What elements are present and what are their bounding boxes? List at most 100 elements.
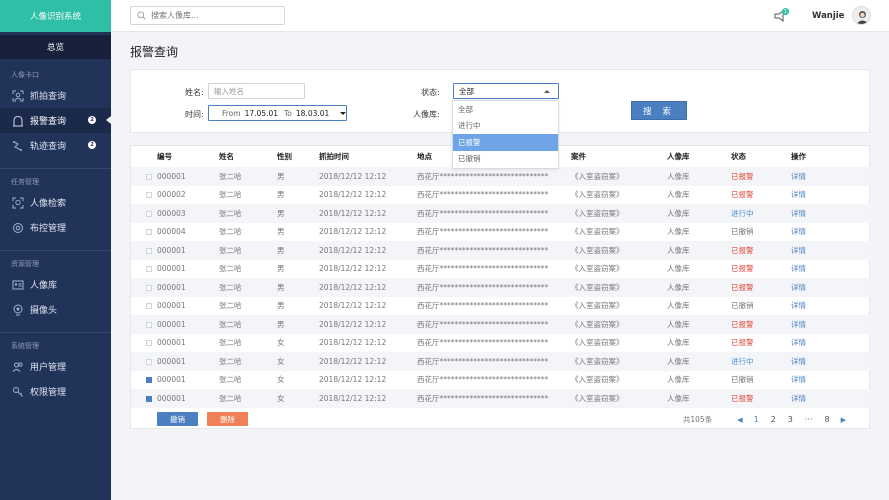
table-row[interactable]: 000001 张二哈男 2018/12/12 12:12 西花厅***********… [131,315,871,334]
status-option[interactable]: 已报警 [453,134,558,151]
row-checkbox[interactable] [146,303,152,310]
page-number[interactable]: 1 [754,415,759,424]
row-checkbox[interactable] [146,229,152,236]
revoke-button[interactable]: 撤销 [157,412,198,426]
id-card-icon [12,279,24,291]
detail-link[interactable]: 详情 [791,204,871,223]
cell-library: 人像库 [667,264,690,274]
detail-link[interactable]: 详情 [791,241,871,260]
search-box[interactable] [130,6,285,25]
row-checkbox[interactable] [146,358,152,365]
sidebar-item-alarm[interactable]: 报警查询 2 [0,108,111,133]
table-row[interactable]: 000001 张二哈男 2018/12/12 12:12 西花厅***********… [131,297,871,316]
detail-link[interactable]: 详情 [791,223,871,242]
sidebar-item-overview[interactable]: 总览 [0,35,111,59]
row-checkbox[interactable] [146,192,152,199]
sidebar-item-users[interactable]: 用户管理 [0,354,111,379]
table-row[interactable]: 000001 张二哈女 2018/12/12 12:12 西花厅***********… [131,389,871,408]
detail-link[interactable]: 详情 [791,315,871,334]
page-number[interactable]: 3 [788,415,793,424]
detail-link[interactable]: 详情 [791,260,871,279]
cell-id: 000001 [157,315,219,334]
time-label: 时间: [185,110,204,119]
row-checkbox-cell [131,371,157,390]
row-checkbox[interactable] [146,284,152,291]
status-badge: 已报警 [731,190,754,200]
page-title: 报警查询 [130,45,179,59]
cell-time: 2018/12/12 12:12 [319,227,387,237]
detail-link[interactable]: 详情 [791,389,871,408]
table-row[interactable]: 000003 张二哈男 2018/12/12 12:12 西花厅***********… [131,204,871,223]
sidebar-item-track[interactable]: 轨迹查询 2 [0,133,111,158]
search-input[interactable] [151,11,271,20]
table-row[interactable]: 000001 张二哈女 2018/12/12 12:12 西花厅***********… [131,334,871,353]
detail-link[interactable]: 详情 [791,297,871,316]
search-button[interactable]: 搜 索 [631,101,687,120]
row-checkbox-cell [131,186,157,205]
cell-time: 2018/12/12 12:12 [319,338,387,348]
status-badge: 已报警 [731,241,791,260]
cell-library: 人像库 [667,352,731,371]
sidebar-item-key[interactable]: 权限管理 [0,379,111,404]
sidebar-item-camera[interactable]: 摄像头 [0,297,111,322]
detail-link[interactable]: 详情 [791,371,871,390]
avatar[interactable] [852,6,871,25]
status-badge: 进行中 [731,352,791,371]
status-option[interactable]: 全部 [453,101,558,118]
table-row[interactable]: 000001 张二哈女 2018/12/12 12:12 西花厅***********… [131,352,871,371]
detail-link[interactable]: 详情 [791,334,871,353]
date-range-field[interactable]: From 17.05.01 To 18.03.01 [208,105,347,121]
sidebar-item-id-card[interactable]: 人像库 [0,272,111,297]
page-number[interactable]: ··· [805,415,813,424]
table-row[interactable]: 000001 张二哈男 2018/12/12 12:12 西花厅***********… [131,241,871,260]
cell-time: 2018/12/12 12:12 [319,278,417,297]
table-row[interactable]: 000002 张二哈 男 2018/12/12 12:12 西花厅***********… [131,186,871,205]
sidebar-item-face-search[interactable]: 人像检索 [0,190,111,215]
cell-case: 《入室盗窃案》 [571,278,667,297]
name-placeholder: 输入姓名 [214,86,244,96]
cell-id: 000001 [157,338,186,348]
status-option[interactable]: 进行中 [453,118,558,135]
cell-id: 000001 [157,301,186,311]
sidebar-item-label: 人像检索 [30,199,67,209]
row-checkbox[interactable] [146,247,152,254]
page-number[interactable]: 2 [771,415,776,424]
detail-link[interactable]: 详情 [791,352,871,371]
cell-place: 西花厅***************************** [417,190,549,200]
page-number[interactable]: 8 [825,415,830,424]
name-field[interactable]: 输入姓名 [208,83,305,99]
table-row[interactable]: 000001 张二哈女 2018/12/12 12:12 西花厅***********… [131,371,871,390]
status-option[interactable]: 已撤销 [453,151,558,168]
row-checkbox[interactable] [146,395,152,402]
row-checkbox[interactable] [146,173,152,180]
row-checkbox[interactable] [146,321,152,328]
detail-link[interactable]: 详情 [791,278,871,297]
row-checkbox[interactable] [146,266,152,273]
table-row[interactable]: 000004 张二哈 男 2018/12/12 12:12 西花厅***********… [131,223,871,242]
table-row[interactable]: 000001 张二哈男 2018/12/12 12:12 西花厅***********… [131,167,871,186]
sidebar-item-target[interactable]: 布控管理 [0,215,111,240]
cell-place: 西花厅***************************** [417,375,549,385]
delete-button[interactable]: 删除 [207,412,248,426]
row-checkbox[interactable] [146,377,152,384]
sidebar-item-label: 抓拍查询 [30,92,67,102]
users-icon [12,361,24,373]
table-row[interactable]: 000001 张二哈男 2018/12/12 12:12 西花厅***********… [131,260,871,279]
cell-name: 张二哈 [219,190,242,200]
cell-name: 张二哈 [219,241,277,260]
cell-place: 西花厅***************************** [417,301,549,311]
cell-gender: 男 [277,241,319,260]
detail-link[interactable]: 详情 [791,186,871,205]
prev-page-icon[interactable]: ◀ [737,416,742,424]
status-badge: 已报警 [731,264,754,274]
status-select[interactable]: 全部 [453,83,559,99]
detail-link[interactable]: 详情 [791,167,871,186]
table-row[interactable]: 000001 张二哈男 2018/12/12 12:12 西花厅***********… [131,278,871,297]
sidebar-item-face-scan[interactable]: 抓拍查询 [0,83,111,108]
cell-case: 《入室盗窃案》 [571,375,624,385]
username[interactable]: Wanjie [812,11,844,21]
next-page-icon[interactable]: ▶ [841,416,846,424]
cell-time: 2018/12/12 12:12 [319,241,417,260]
row-checkbox[interactable] [146,340,152,347]
row-checkbox[interactable] [146,210,152,217]
